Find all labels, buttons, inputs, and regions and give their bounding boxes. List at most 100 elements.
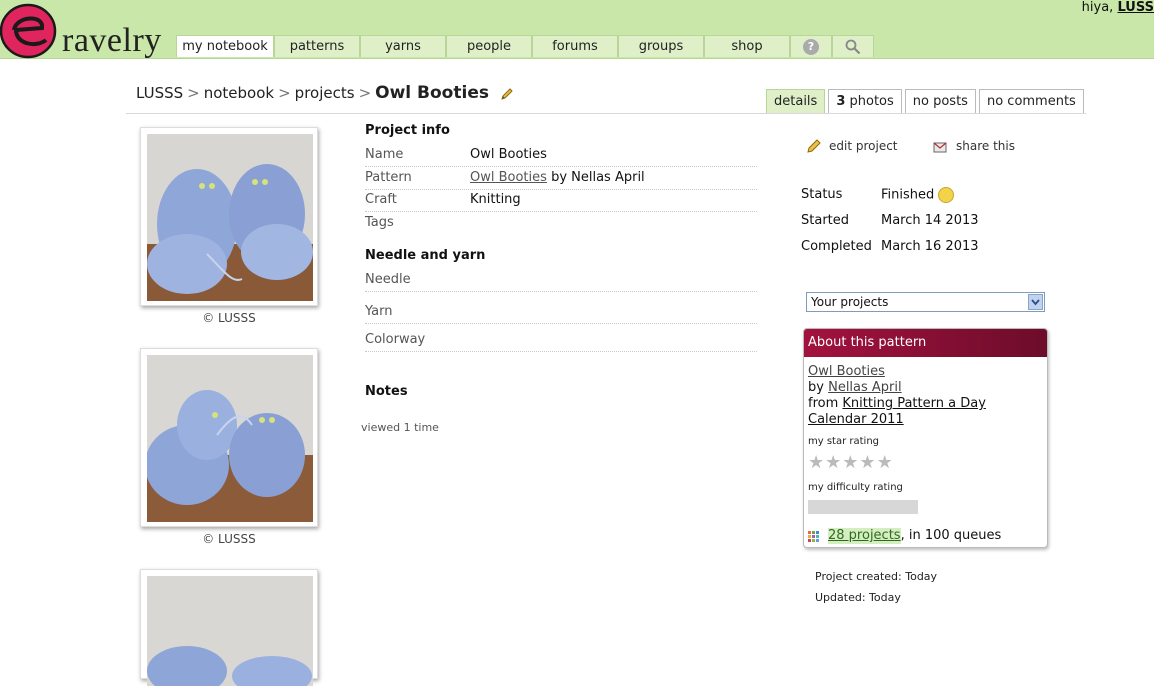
project-updated: Updated: Today [815,591,901,604]
field-label: Tags [365,215,394,230]
logo-mark-icon [0,3,57,59]
pattern-name-link[interactable]: Owl Booties [808,364,885,379]
field-label: Yarn [365,304,393,319]
question-icon: ? [803,39,819,55]
breadcrumb: LUSSS > notebook > projects > Owl Booties [136,83,514,103]
nav-help[interactable]: ? [790,35,832,57]
difficulty-rating-label: my difficulty rating [808,482,903,493]
pattern-link[interactable]: Owl Booties [470,170,547,185]
photo-caption: © LUSSS [202,532,256,546]
field-value: Owl Booties by Nellas April [470,170,645,185]
breadcrumb-separator: > [187,84,200,102]
breadcrumb-separator: > [278,84,291,102]
source-link-line1[interactable]: Knitting Pattern a Day [842,396,985,411]
completed-label: Completed [801,239,872,254]
field-pattern: Pattern Owl Booties by Nellas April [365,167,757,190]
main-nav: my notebook patterns yarns people forums… [176,35,874,57]
star-icon[interactable]: ★ [859,454,875,472]
photos-count: 3 [836,94,846,109]
project-photo-3[interactable] [140,569,318,686]
username-link[interactable]: LUSS [1117,0,1154,15]
photo-image [147,355,313,522]
project-photo-2[interactable] [140,348,318,527]
nav-groups[interactable]: groups [618,35,704,57]
nav-people[interactable]: people [446,35,532,57]
tab-details[interactable]: details [766,89,826,113]
nav-forums[interactable]: forums [532,35,618,57]
field-value: Knitting [470,192,521,207]
field-label: Pattern [365,170,412,185]
photo-image [147,134,313,301]
projects-line: 28 projects, in 100 queues [808,528,1043,544]
breadcrumb-projects[interactable]: projects [295,84,355,102]
nav-patterns[interactable]: patterns [274,35,360,57]
smiley-icon [938,187,955,203]
header-divider [126,113,1086,114]
dropdown-value: Your projects [811,295,889,309]
site-header: ravelry hiya, LUSS my notebook patterns … [0,0,1154,59]
share-button[interactable]: share this [932,138,1015,154]
chevron-down-icon [1028,294,1043,310]
status-label: Status [801,187,843,202]
pattern-by: by Nellas April [551,170,645,185]
star-icon[interactable]: ★ [808,454,824,472]
field-value: Owl Booties [470,147,547,162]
star-rating: ★ ★ ★ ★ ★ [808,454,1043,472]
field-craft: Craft Knitting [365,189,757,212]
project-tabs: details 3 photos no posts no comments [766,89,1087,113]
by-text: by [808,380,824,395]
breadcrumb-user[interactable]: LUSSS [136,84,183,102]
photo-image [147,576,313,686]
notes-heading: Notes [365,384,408,399]
field-tags: Tags [365,212,757,234]
started-label: Started [801,213,850,228]
about-pattern-card: About this pattern Owl Booties by Nellas… [803,328,1048,548]
nav-my-notebook[interactable]: my notebook [176,35,274,57]
source-link-line2[interactable]: Calendar 2011 [808,412,904,427]
nav-shop[interactable]: shop [704,35,790,57]
status-value: Finished [881,187,955,203]
needle-yarn-heading: Needle and yarn [365,248,486,263]
project-photo-1[interactable] [140,127,318,306]
projects-link[interactable]: 28 projects [828,528,901,544]
pencil-icon[interactable] [500,87,514,101]
nav-search[interactable] [832,35,874,57]
ravelry-logo[interactable]: ravelry [0,0,170,62]
grid-icon [808,531,819,542]
greeting-text: hiya, [1081,0,1114,15]
queues-text: , in 100 queues [900,528,1002,543]
completed-value: March 16 2013 [881,239,979,254]
field-yarn: Yarn [365,301,757,324]
share-icon [933,142,947,153]
star-icon[interactable]: ★ [825,454,841,472]
designer-link[interactable]: Nellas April [828,380,902,395]
project-info-heading: Project info [365,123,450,138]
view-count: viewed 1 time [361,421,439,434]
tab-comments[interactable]: no comments [978,89,1084,113]
field-label: Name [365,147,404,162]
from-text: from [808,396,839,411]
pencil-icon [807,139,821,153]
edit-project-label: edit project [829,139,898,153]
share-label: share this [956,139,1015,153]
field-label: Needle [365,272,411,287]
logo-text: ravelry [62,22,162,59]
started-value: March 14 2013 [881,213,979,228]
edit-project-button[interactable]: edit project [806,138,898,154]
breadcrumb-notebook[interactable]: notebook [204,84,274,102]
projects-dropdown[interactable]: Your projects [806,292,1045,312]
star-icon[interactable]: ★ [877,454,893,472]
field-colorway: Colorway [365,329,757,352]
breadcrumb-separator: > [358,84,372,102]
tab-posts[interactable]: no posts [904,89,976,113]
star-icon[interactable]: ★ [842,454,858,472]
card-header: About this pattern [804,329,1047,357]
photo-caption: © LUSSS [202,311,256,325]
field-needle: Needle [365,269,757,292]
field-label: Colorway [365,332,426,347]
status-text: Finished [881,187,935,203]
difficulty-rating-bar[interactable] [808,500,918,514]
star-rating-label: my star rating [808,436,880,447]
nav-yarns[interactable]: yarns [360,35,446,57]
tab-photos[interactable]: 3 photos [828,89,902,113]
